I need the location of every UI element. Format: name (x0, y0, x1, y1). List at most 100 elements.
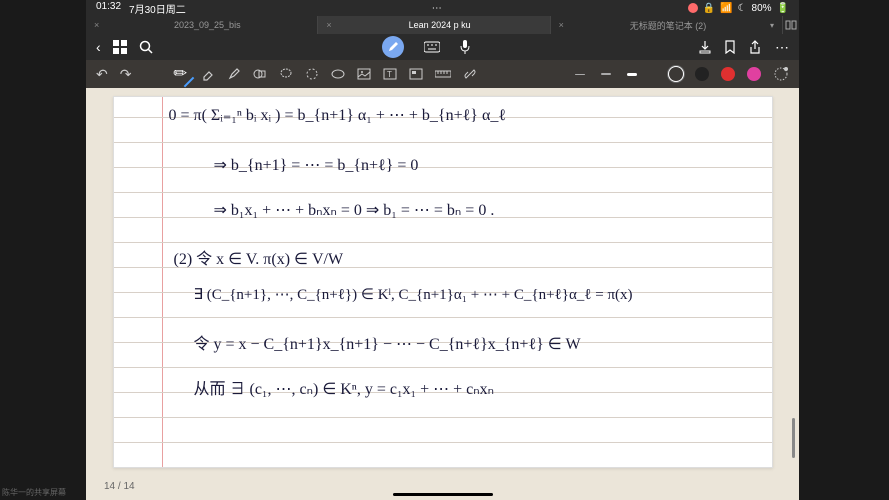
close-icon[interactable]: × (94, 20, 99, 30)
ruled-line (114, 242, 772, 243)
handwriting-line: ⇒ b₁x₁ + ⋯ + bₙxₙ = 0 ⇒ b₁ = ⋯ = bₙ = 0 … (214, 200, 495, 220)
new-tab-button[interactable] (783, 16, 799, 34)
grid-icon (113, 40, 127, 54)
share-icon (749, 40, 761, 54)
margin-line (162, 97, 163, 467)
bookmark-icon (725, 40, 735, 54)
color-magenta[interactable] (747, 67, 761, 81)
link-icon (463, 67, 477, 81)
home-indicator[interactable] (393, 493, 493, 496)
text-tool[interactable]: T (383, 67, 397, 81)
ruler-tool[interactable] (435, 69, 451, 79)
paper[interactable]: 0 = π( Σᵢ₌₁ⁿ bᵢ xᵢ ) = b_{n+1} α₁ + ⋯ + … (113, 96, 773, 468)
tab-bar: × 2023_09_25_bis × Lean 2024 p ku × 无标题的… (86, 16, 799, 34)
tab-notebook-1[interactable]: × 2023_09_25_bis (86, 16, 318, 34)
mic-button[interactable] (460, 40, 470, 54)
recording-indicator-icon (688, 3, 698, 13)
ruled-line (114, 317, 772, 318)
highlighter-tool[interactable] (227, 67, 241, 81)
ellipse-tool[interactable] (331, 67, 345, 81)
color-black[interactable] (695, 67, 709, 81)
redo-button[interactable]: ↷ (120, 66, 132, 83)
mic-icon (460, 40, 470, 54)
color-picker-icon (773, 66, 789, 82)
sticker-tool[interactable] (409, 67, 423, 81)
search-icon (139, 40, 153, 54)
battery-icon: 🔋 (777, 3, 789, 14)
keyboard-icon (424, 41, 440, 53)
tab-notebook-2[interactable]: × Lean 2024 p ku (318, 16, 550, 34)
more-button[interactable]: ⋯ (775, 39, 789, 56)
download-button[interactable] (699, 40, 711, 54)
split-view-icon (785, 19, 797, 31)
ruled-line (114, 167, 772, 168)
time: 01:32 (96, 1, 121, 16)
handwriting-line: (2) 令 x ∈ V. π(x) ∈ V/W (174, 245, 344, 269)
handwriting-line: ∃ (C_{n+1}, ⋯, C_{n+ℓ}) ∈ Kˡ, C_{n+1}α₁ … (194, 285, 633, 304)
color-red[interactable] (721, 67, 735, 81)
battery-percent: 80% (752, 3, 772, 14)
handwriting-line: 令 y = x − C_{n+1}x_{n+1} − ⋯ − C_{n+ℓ}x_… (194, 330, 581, 354)
close-icon[interactable]: × (559, 20, 564, 30)
bookmark-button[interactable] (725, 40, 735, 54)
ruler-icon (435, 69, 451, 79)
eraser-icon (201, 67, 215, 81)
share-button[interactable] (749, 40, 761, 54)
handwriting-line: 0 = π( Σᵢ₌₁ⁿ bᵢ xᵢ ) = b_{n+1} α₁ + ⋯ + … (169, 105, 507, 125)
tab-label: 2023_09_25_bis (105, 20, 309, 30)
canvas[interactable]: 0 = π( Σᵢ₌₁ⁿ bᵢ xᵢ ) = b_{n+1} α₁ + ⋯ + … (86, 88, 799, 500)
image-tool[interactable] (357, 67, 371, 81)
undo-button[interactable]: ↶ (96, 66, 108, 83)
moon-icon: ☾ (738, 3, 747, 14)
stroke-thick[interactable] (625, 73, 639, 76)
tab-label: Lean 2024 p ku (338, 20, 542, 30)
chevron-down-icon[interactable]: ▾ (770, 21, 774, 30)
ruled-line (114, 367, 772, 368)
dynamic-island: ⋯ (432, 3, 442, 14)
tab-label: 无标题的笔记本 (2) (570, 19, 766, 32)
pen-tool[interactable]: ✎ (169, 61, 195, 87)
text-icon: T (383, 67, 397, 81)
close-icon[interactable]: × (326, 20, 331, 30)
selection-tool[interactable] (305, 67, 319, 81)
handwriting-line: 从而 ∃ (c₁, ⋯, cₙ) ∈ Kⁿ, y = c₁x₁ + ⋯ + cₙ… (194, 375, 495, 399)
ruled-line (114, 417, 772, 418)
grid-view-button[interactable] (113, 40, 127, 54)
scroll-indicator[interactable] (792, 418, 795, 458)
download-icon (699, 40, 711, 54)
pen-icon (387, 41, 399, 53)
image-icon (357, 67, 371, 81)
link-tool[interactable] (463, 67, 477, 81)
shape-icon (253, 67, 267, 81)
status-bar: 01:32 7月30日周二 ⋯ 🔒 📶 ☾ 80% 🔋 (86, 0, 799, 16)
stroke-thin[interactable] (573, 74, 587, 75)
page-counter: 14 / 14 (104, 481, 135, 492)
color-blue[interactable] (669, 67, 683, 81)
pen-mode-button[interactable] (382, 36, 404, 58)
ellipse-icon (331, 67, 345, 81)
highlighter-icon (227, 67, 241, 81)
wifi-icon: 📶 (720, 3, 732, 14)
color-picker[interactable] (773, 66, 789, 82)
share-label: 陈华一的共享屏幕 (2, 487, 66, 498)
svg-text:T: T (387, 70, 392, 79)
handwriting-line: ⇒ b_{n+1} = ⋯ = b_{n+ℓ} = 0 (214, 155, 419, 175)
toolbar: ↶ ↷ ✎ T (86, 60, 799, 88)
date: 7月30日周二 (129, 1, 186, 16)
sticker-icon (409, 67, 423, 81)
lasso-tool[interactable] (279, 67, 293, 81)
shape-tool[interactable] (253, 67, 267, 81)
eraser-tool[interactable] (201, 67, 215, 81)
stroke-med[interactable] (599, 73, 613, 75)
ruled-line (114, 142, 772, 143)
back-button[interactable]: ‹ (96, 39, 101, 55)
dashed-circle-icon (305, 67, 319, 81)
keyboard-button[interactable] (424, 41, 440, 53)
ruled-line (114, 192, 772, 193)
search-button[interactable] (139, 40, 153, 54)
orientation-lock-icon: 🔒 (703, 3, 715, 14)
tab-notebook-3[interactable]: × 无标题的笔记本 (2) ▾ (551, 16, 783, 34)
lasso-icon (279, 67, 293, 81)
ruled-line (114, 442, 772, 443)
nav-bar: ‹ ⋯ (86, 34, 799, 60)
